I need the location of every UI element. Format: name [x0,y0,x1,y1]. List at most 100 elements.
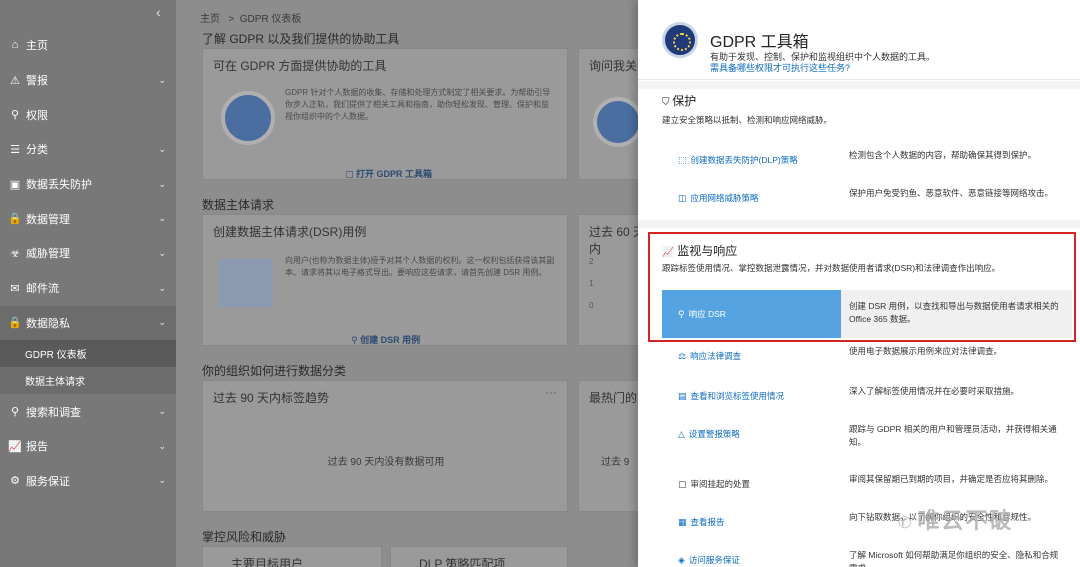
toolbox-description: 创建 DSR 用例，以查找和导出与数据使用者请求相关的 Office 365 数… [849,301,1059,324]
more-options-icon[interactable]: ··· [545,385,557,399]
chevron-down-icon[interactable]: ⌄ [158,317,166,328]
chevron-left-icon[interactable]: ‹ [156,4,161,20]
sidebar: ‹ ⌂ 主页 ⚠ 警报 ⌄ ⚲ 权限 ☰ 分类 ⌄ ▣ 数据丢失防护 ⌄ 🔒 数据管理 ⌄ ☣ 威胁管理 ⌄ ✉ 邮件流… [0,0,176,567]
sidebar-item-label: 报告 [26,441,48,454]
toolbox-description: 跟踪与 GDPR 相关的用户和管理员活动，并获得相关通知。 [849,424,1057,447]
toolbox-description: 保护用户免受钓鱼、恶意软件、恶意链接等网络攻击。 [849,188,1054,198]
popular-title: 最热门的 5 [589,391,638,405]
top-users-card: 主要目标用户 [202,546,382,567]
chevron-down-icon[interactable]: ⌄ [158,144,166,155]
top-users-title: 主要目标用户 [231,557,304,567]
nav-list: ⌂ 主页 ⚠ 警报 ⌄ ⚲ 权限 ☰ 分类 ⌄ ▣ 数据丢失防护 ⌄ 🔒 数据管理 ⌄ ☣ 威胁管理 ⌄ ✉ 邮件流 ⌄ 🔒… [0,28,176,498]
gdpr-toolbox-panel: GDPR 工具箱 有助于发现、控制、保护和监视组织中个人数据的工具。 需具备哪些… [638,0,1080,567]
sidebar-item-privacy-lock[interactable]: 🔒 数据隐私 ⌄ [0,305,176,341]
create-dsr-case-link[interactable]: ⚲ 创建 DSR 用例 [351,333,420,346]
dlp-policy-icon: ⬚ [678,155,687,165]
breadcrumb-home[interactable]: 主页 [200,14,220,25]
alert-policy-icon: △ [678,429,685,439]
monitor-chart-icon: 📈 [662,247,678,258]
group-title: 📈 监视与响应 [662,242,737,259]
sidebar-item-service[interactable]: ⚙ 服务保证 ⌄ [0,464,176,499]
watermark-text: 唯云不破 [917,508,1014,533]
classification-icon: ☰ [10,143,20,156]
chevron-down-icon[interactable]: ⌄ [158,179,166,190]
toolbox-row: ▤ 查看和浏览标签使用情况 深入了解标签使用情况并在必要时采取措施。 [662,378,1072,414]
sidebar-item-report[interactable]: 📈 报告 ⌄ [0,429,176,464]
section-learn-title: 了解 GDPR 以及我们提供的协助工具 [202,32,400,46]
threat-icon: ☣ [10,247,20,260]
sidebar-item-label: 数据隐私 [26,317,70,330]
section-dsr-title: 数据主体请求 [202,198,275,212]
chevron-down-icon[interactable]: ⌄ [158,441,166,452]
group-description: 建立安全策略以抵制、检测和响应网络威胁。 [662,115,833,125]
shield-icon: ⛉ [662,97,673,108]
sidebar-item-dlp[interactable]: ▣ 数据丢失防护 ⌄ [0,167,176,202]
toolbox-link[interactable]: ▤ 查看和浏览标签使用情况 [678,390,784,402]
toolbox-link[interactable]: ◈ 访问服务保证 [678,554,740,566]
toolbox-row: ◈访问服务保证 了解 Microsoft 如何帮助满足你组织的安全、隐私和合规需求… [662,542,1072,567]
toolbox-link[interactable]: ⚖ 响应法律调查 [678,350,741,362]
section-risk-title: 掌控风险和威胁 [202,530,287,544]
chevron-down-icon[interactable]: ⌄ [158,248,166,259]
sidebar-subitem[interactable]: GDPR 仪表板 [0,340,176,368]
group-description: 跟踪标签使用情况、掌控数据泄露情况，并对数据使用者请求(DSR)和法律调查作出响… [662,263,1001,273]
permissions-icon: ⚲ [10,109,20,122]
open-gdpr-toolbox-link[interactable]: ▢ 打开 GDPR 工具箱 [345,167,432,180]
create-dsr-case-label: 创建 DSR 用例 [360,335,421,345]
sidebar-item-mail[interactable]: ✉ 邮件流 ⌄ [0,271,176,306]
toolbox-link[interactable]: ⬚ 创建数据丢失防护(DLP)策略 [678,154,798,166]
section-classify-title: 你的组织如何进行数据分类 [202,364,347,378]
chevron-down-icon[interactable]: ⌄ [158,475,166,486]
sidebar-item-label: 权限 [26,109,48,122]
sidebar-item-threat[interactable]: ☣ 威胁管理 ⌄ [0,236,176,271]
chevron-down-icon[interactable]: ⌄ [158,75,166,86]
dsr-card-title: 创建数据主体请求(DSR)用例 [213,225,367,239]
chevron-down-icon[interactable]: ⌄ [158,283,166,294]
group-title: ⛉ 保护 [662,92,696,109]
dlp-matches-card: DLP 策略匹配项 [390,546,568,567]
toolbox-row: ⚖ 响应法律调查 使用电子数据展示用例来应对法律调查。 [662,338,1072,374]
open-gdpr-toolbox-label: 打开 GDPR 工具箱 [356,169,433,179]
sidebar-item-label: 数据管理 [26,213,70,226]
toolbox-link[interactable]: △ 设置警报策略 [678,428,740,440]
group-title-label: 监视与响应 [677,244,738,258]
toolbox-link[interactable]: ▦ 查看报告 [678,516,725,528]
toolbox-link[interactable]: ◫ 应用网络威胁策略 [678,192,759,204]
panel-header: GDPR 工具箱 有助于发现、控制、保护和监视组织中个人数据的工具。 需具备哪些… [638,0,1080,80]
toolbox-row: △ 设置警报策略 跟踪与 GDPR 相关的用户和管理员活动，并获得相关通知。 [662,416,1072,452]
label-icon: ▤ [678,391,687,401]
toolbox-link-label: 响应 DSR [688,309,726,319]
chart-tick: 1 [589,279,594,288]
divider [638,220,1080,228]
permissions-link[interactable]: 需具备哪些权限才可执行这些任务? [710,61,850,74]
label-trend-empty: 过去 90 天内没有数据可用 [327,457,445,468]
toolbox-description: 检测包含个人数据的内容，帮助确保其得到保护。 [849,150,1037,160]
alert-icon: ⚠ [10,74,20,87]
sidebar-item-search[interactable]: ⚲ 搜索和调查 ⌄ [0,394,176,429]
privacy-lock-icon: 🔒 [8,317,22,330]
chevron-down-icon[interactable]: ⌄ [158,406,166,417]
sidebar-item-lock[interactable]: 🔒 数据管理 ⌄ [0,201,176,236]
sidebar-item-home[interactable]: ⌂ 主页 [0,28,176,63]
sidebar-item-permissions[interactable]: ⚲ 权限 [0,97,176,132]
toolbox-link-label: 设置警报策略 [688,429,740,439]
dsr-illustration-icon [219,259,273,307]
search-icon: ⚲ [10,406,20,419]
sidebar-subitem[interactable]: 数据主体请求 [0,367,176,395]
sidebar-item-alert[interactable]: ⚠ 警报 ⌄ [0,63,176,98]
disposition-icon: ▢ [678,479,687,489]
divider [638,81,1080,89]
toolbox-link[interactable]: ▢ 审阅挂起的处置 [678,478,750,490]
sidebar-item-classification[interactable]: ☰ 分类 ⌄ [0,132,176,167]
eu-badge-icon [593,97,638,147]
chevron-down-icon[interactable]: ⌄ [158,213,166,224]
toolbox-description: 使用电子数据展示用例来应对法律调查。 [849,346,1003,356]
panel-title: GDPR 工具箱 [710,34,809,51]
dsr-card-body: 向用户(也称为数据主体)授予对其个人数据的权利。这一权利包括获得该其副本、请求将… [285,256,555,277]
service-icon: ⚙ [10,475,20,488]
breadcrumb-separator: > [228,14,235,25]
service-assurance-icon: ◈ [678,555,685,565]
main-content: 主页 > GDPR 仪表板 了解 GDPR 以及我们提供的协助工具 可在 GDP… [176,0,638,567]
toolbox-link[interactable]: ⚲ 响应 DSR [662,290,841,338]
sidebar-item-label: 邮件流 [26,283,59,296]
